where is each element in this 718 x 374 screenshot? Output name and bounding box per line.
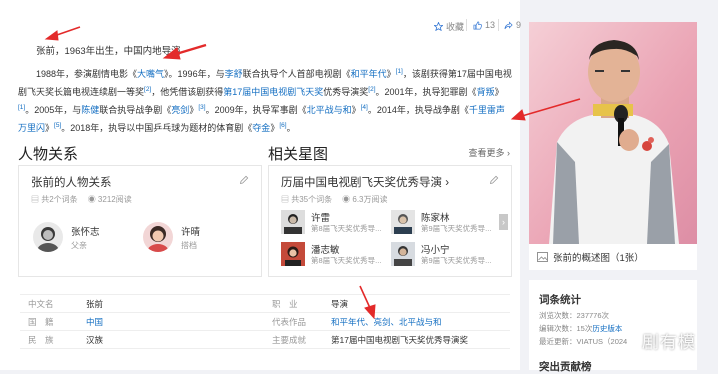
red-arrowhead xyxy=(44,30,59,41)
red-arrow xyxy=(175,43,207,56)
annotation-arrows xyxy=(44,26,581,320)
red-arrowhead xyxy=(364,304,376,320)
red-arrow xyxy=(359,285,371,309)
red-arrowhead xyxy=(510,109,526,121)
red-arrow xyxy=(521,98,581,117)
red-arrowhead xyxy=(162,47,181,60)
